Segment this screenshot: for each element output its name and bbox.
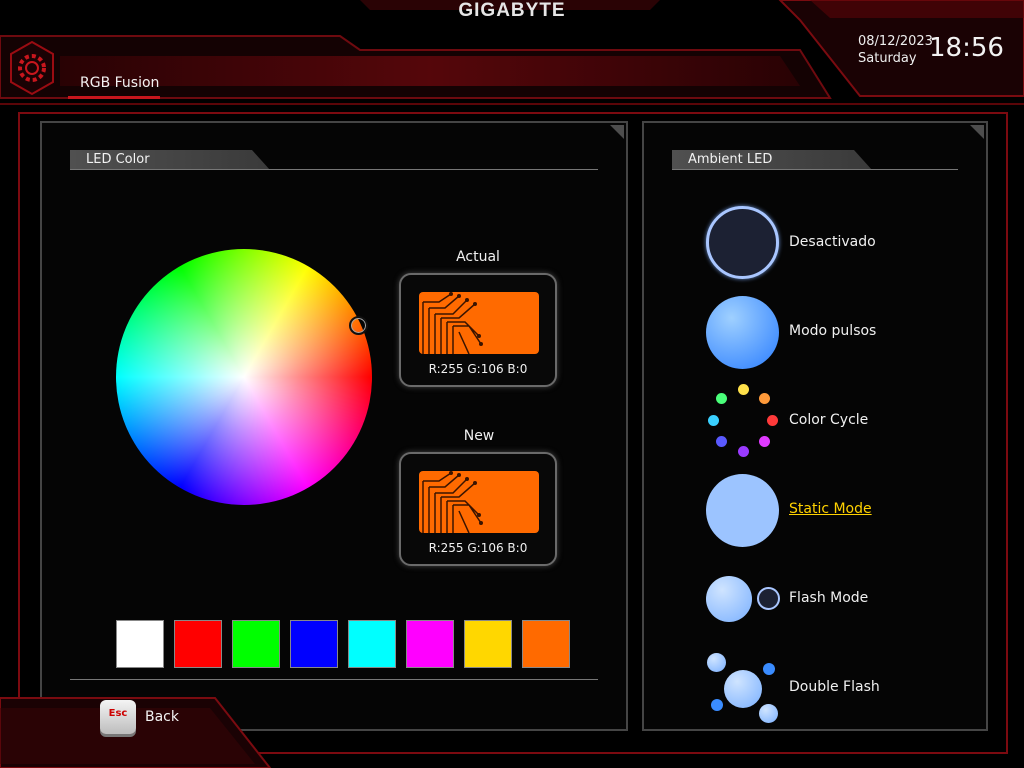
- title-underline: [68, 96, 160, 99]
- double-flash-dot: [711, 699, 723, 711]
- color-wheel[interactable]: [116, 249, 372, 505]
- actual-color-preview: R:255 G:106 B:0: [399, 273, 557, 387]
- circuit-pattern-icon: [419, 471, 539, 533]
- palette-swatch-yellow[interactable]: [464, 620, 512, 668]
- footer-decoration: [0, 697, 272, 768]
- back-button[interactable]: Back: [145, 709, 179, 725]
- palette-divider: [70, 679, 598, 680]
- palette-swatch-orange[interactable]: [522, 620, 570, 668]
- palette-swatch-red[interactable]: [174, 620, 222, 668]
- ambient-led-heading: Ambient LED: [672, 150, 872, 170]
- mode-flash-label[interactable]: Flash Mode: [789, 590, 868, 606]
- pulse-icon[interactable]: [706, 296, 779, 369]
- palette-swatch-blue[interactable]: [290, 620, 338, 668]
- new-color-swatch: [419, 471, 539, 533]
- mode-off-label[interactable]: Desactivado: [789, 234, 876, 250]
- double-flash-dot: [724, 670, 762, 708]
- double-flash-dot: [759, 704, 778, 723]
- panel-corner: [970, 125, 984, 139]
- palette-swatch-cyan[interactable]: [348, 620, 396, 668]
- new-rgb-value: R:255 G:106 B:0: [428, 541, 528, 555]
- date-display: 08/12/2023 Saturday: [858, 33, 933, 67]
- time-display: 18:56: [929, 33, 1004, 63]
- actual-rgb-value: R:255 G:106 B:0: [428, 362, 528, 376]
- palette-swatch-green[interactable]: [232, 620, 280, 668]
- palette-swatch-magenta[interactable]: [406, 620, 454, 668]
- esc-key-icon[interactable]: Esc: [100, 700, 136, 734]
- flash-small-dot: [757, 587, 780, 610]
- heading-divider: [672, 169, 958, 170]
- flash-large-dot: [706, 576, 752, 622]
- mode-double-flash-label[interactable]: Double Flash: [789, 679, 880, 695]
- mode-static-label[interactable]: Static Mode: [789, 501, 872, 517]
- brand-logo: GIGABYTE: [458, 0, 566, 21]
- new-color-preview: R:255 G:106 B:0: [399, 452, 557, 566]
- circuit-pattern-icon: [419, 292, 539, 354]
- actual-label: Actual: [456, 249, 500, 265]
- cycle-dot: [708, 415, 719, 426]
- panel-corner: [610, 125, 624, 139]
- palette-swatch-white[interactable]: [116, 620, 164, 668]
- color-picker-handle[interactable]: [349, 316, 368, 335]
- top-header: GIGABYTE RGB Fusion 08/12/2023 Saturday …: [0, 0, 1024, 110]
- cycle-dot: [759, 393, 770, 404]
- new-label: New: [463, 428, 495, 444]
- static-icon[interactable]: [706, 474, 779, 547]
- page-title: RGB Fusion: [80, 75, 160, 91]
- double-flash-dot: [707, 653, 726, 672]
- mode-pulse-label[interactable]: Modo pulsos: [789, 323, 876, 339]
- cycle-dot: [759, 436, 770, 447]
- actual-color-swatch: [419, 292, 539, 354]
- date-text: 08/12/2023: [858, 34, 933, 49]
- cycle-dot: [738, 446, 749, 457]
- cycle-dot: [738, 384, 749, 395]
- mode-color-cycle-label[interactable]: Color Cycle: [789, 412, 868, 428]
- heading-divider: [70, 169, 598, 170]
- cycle-dot: [716, 393, 727, 404]
- double-flash-dot: [763, 663, 775, 675]
- cycle-dot: [767, 415, 778, 426]
- settings-gear-icon: [10, 40, 54, 96]
- weekday-text: Saturday: [858, 51, 917, 66]
- off-icon[interactable]: [706, 206, 779, 279]
- led-color-heading: LED Color: [70, 150, 270, 170]
- cycle-dot: [716, 436, 727, 447]
